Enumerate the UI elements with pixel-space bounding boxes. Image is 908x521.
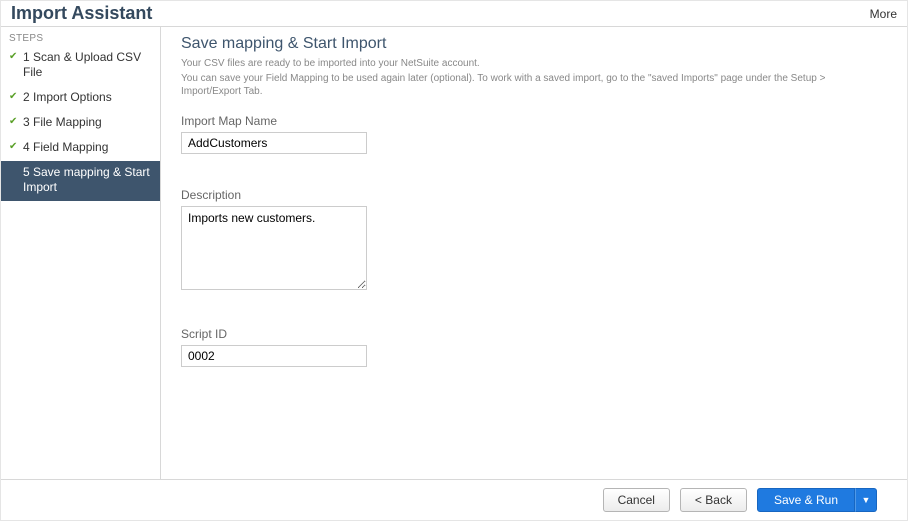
script-id-label: Script ID bbox=[181, 327, 887, 341]
header: Import Assistant More bbox=[1, 1, 907, 26]
page-title: Import Assistant bbox=[11, 3, 152, 24]
subtext-2: You can save your Field Mapping to be us… bbox=[181, 72, 887, 98]
description-input[interactable] bbox=[181, 206, 367, 290]
step-label: 1 Scan & Upload CSV File bbox=[23, 50, 152, 80]
check-icon: ✔ bbox=[9, 51, 19, 64]
main-panel: Save mapping & Start Import Your CSV fil… bbox=[161, 27, 907, 479]
map-name-label: Import Map Name bbox=[181, 114, 887, 128]
field-script-id: Script ID bbox=[181, 327, 887, 367]
save-run-dropdown[interactable]: ▼ bbox=[855, 488, 877, 512]
step-label: 2 Import Options bbox=[23, 90, 112, 105]
check-icon: ✔ bbox=[9, 141, 19, 154]
map-name-input[interactable] bbox=[181, 132, 367, 154]
field-map-name: Import Map Name bbox=[181, 114, 887, 154]
step-label: 4 Field Mapping bbox=[23, 140, 108, 155]
step-import-options[interactable]: ✔ 2 Import Options bbox=[1, 86, 160, 111]
step-file-mapping[interactable]: ✔ 3 File Mapping bbox=[1, 111, 160, 136]
cancel-button[interactable]: Cancel bbox=[603, 488, 670, 512]
steps-sidebar: STEPS ✔ 1 Scan & Upload CSV File ✔ 2 Imp… bbox=[1, 27, 161, 479]
step-label: 5 Save mapping & Start Import bbox=[23, 165, 152, 195]
step-field-mapping[interactable]: ✔ 4 Field Mapping bbox=[1, 136, 160, 161]
check-icon: ✔ bbox=[9, 91, 19, 104]
body: STEPS ✔ 1 Scan & Upload CSV File ✔ 2 Imp… bbox=[1, 26, 907, 479]
more-link[interactable]: More bbox=[870, 7, 897, 21]
steps-heading: STEPS bbox=[1, 27, 160, 46]
check-icon: ✔ bbox=[9, 116, 19, 129]
field-description: Description bbox=[181, 188, 887, 293]
step-label: 3 File Mapping bbox=[23, 115, 102, 130]
step-scan-upload[interactable]: ✔ 1 Scan & Upload CSV File bbox=[1, 46, 160, 86]
save-run-button[interactable]: Save & Run bbox=[757, 488, 855, 512]
footer: Cancel < Back Save & Run ▼ bbox=[1, 479, 907, 520]
script-id-input[interactable] bbox=[181, 345, 367, 367]
chevron-down-icon: ▼ bbox=[862, 495, 871, 505]
step-save-start[interactable]: ✔ 5 Save mapping & Start Import bbox=[1, 161, 160, 201]
save-run-group: Save & Run ▼ bbox=[757, 488, 877, 512]
main-title: Save mapping & Start Import bbox=[181, 35, 887, 53]
description-label: Description bbox=[181, 188, 887, 202]
back-button[interactable]: < Back bbox=[680, 488, 747, 512]
import-assistant-page: Import Assistant More STEPS ✔ 1 Scan & U… bbox=[0, 0, 908, 521]
subtext-1: Your CSV files are ready to be imported … bbox=[181, 57, 887, 70]
